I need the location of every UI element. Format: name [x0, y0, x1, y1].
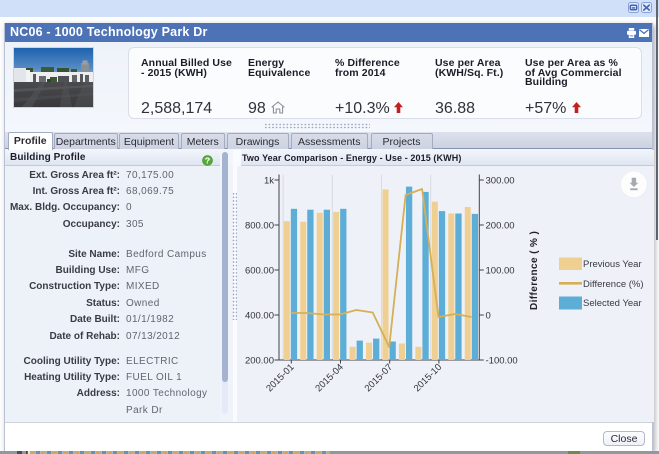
svg-text:?: ?: [205, 156, 210, 166]
svg-text:Previous Year: Previous Year: [583, 259, 642, 270]
svg-text:Selected Year: Selected Year: [583, 298, 642, 309]
svg-text:200.00: 200.00: [486, 220, 515, 231]
svg-text:1k: 1k: [264, 175, 274, 186]
svg-text:2015-01: 2015-01: [264, 361, 296, 393]
svg-text:2015-04: 2015-04: [313, 361, 345, 393]
svg-text:0: 0: [486, 310, 491, 321]
svg-text:Difference ( % ): Difference ( % ): [529, 230, 540, 309]
svg-text:2015-07: 2015-07: [363, 361, 395, 393]
svg-text:100.00: 100.00: [486, 265, 515, 276]
svg-text:300.00: 300.00: [486, 175, 515, 186]
svg-text:-100.00: -100.00: [486, 355, 518, 366]
svg-text:Difference (%): Difference (%): [583, 279, 644, 290]
svg-text:200.00: 200.00: [245, 355, 274, 366]
svg-text:400.00: 400.00: [245, 310, 274, 321]
svg-text:600.00: 600.00: [245, 265, 274, 276]
svg-text:2015-10: 2015-10: [412, 361, 444, 393]
svg-text:800.00: 800.00: [245, 220, 274, 231]
